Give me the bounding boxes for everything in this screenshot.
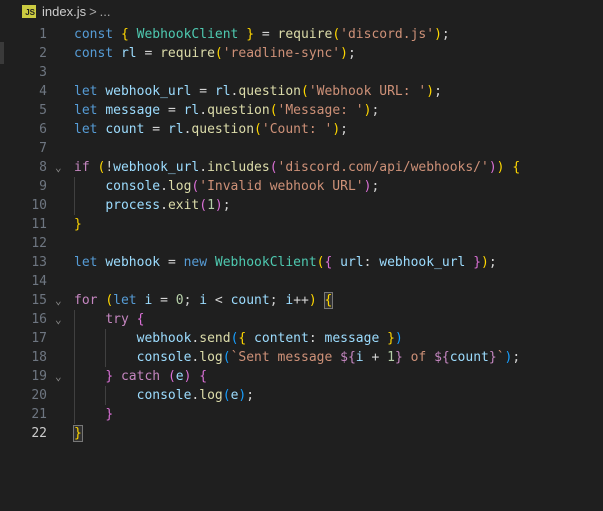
- code-line[interactable]: 19 ⌄ } catch (e) {: [0, 367, 603, 386]
- indent-guide: [74, 177, 75, 215]
- code-text[interactable]: let message = rl.question('Message: ');: [74, 101, 379, 120]
- code-line[interactable]: 22}: [0, 424, 603, 443]
- line-number: 8: [39, 160, 47, 175]
- code-line[interactable]: 3: [0, 63, 603, 82]
- code-line[interactable]: 14: [0, 272, 603, 291]
- code-area[interactable]: 1 const { WebhookClient } = require('disc…: [0, 25, 603, 443]
- line-number: 18: [31, 350, 47, 365]
- code-text[interactable]: for (let i = 0; i < count; i++) {: [74, 291, 334, 310]
- code-text[interactable]: }: [74, 405, 113, 424]
- fold-chevron-icon[interactable]: ⌄: [55, 367, 62, 386]
- code-line[interactable]: 15 ⌄ for (let i = 0; i < count; i++) {: [0, 291, 603, 310]
- line-number: 19: [31, 369, 47, 384]
- indent-guide: [105, 386, 107, 405]
- code-text[interactable]: try {: [74, 310, 144, 329]
- line-number: 16: [31, 312, 47, 327]
- code-text[interactable]: } catch (e) {: [74, 367, 207, 386]
- code-line[interactable]: 2 const rl = require('readline-sync');: [0, 44, 603, 63]
- line-number: 10: [31, 198, 47, 213]
- code-line[interactable]: 11}: [0, 215, 603, 234]
- line-number: 21: [31, 407, 47, 422]
- line-number: 1: [39, 27, 47, 42]
- fold-chevron-icon[interactable]: ⌄: [55, 158, 62, 177]
- code-text[interactable]: }: [74, 215, 82, 234]
- code-line[interactable]: 7: [0, 139, 603, 158]
- code-line[interactable]: 18 console.log(`Sent message ${i + 1} of…: [0, 348, 603, 367]
- line-number: 12: [31, 236, 47, 251]
- code-text[interactable]: process.exit(1);: [74, 196, 230, 215]
- code-text[interactable]: webhook.send({ content: message }): [74, 329, 403, 348]
- code-line[interactable]: 13 let webhook = new WebhookClient({ url:…: [0, 253, 603, 272]
- line-number: 14: [31, 274, 47, 289]
- code-text[interactable]: }: [73, 424, 83, 443]
- breadcrumb-file[interactable]: index.js: [42, 4, 86, 19]
- line-number: 13: [31, 255, 47, 270]
- code-text[interactable]: let webhook = new WebhookClient({ url: w…: [74, 253, 497, 272]
- line-number: 17: [31, 331, 47, 346]
- code-line[interactable]: 12: [0, 234, 603, 253]
- code-text[interactable]: console.log(`Sent message ${i + 1} of ${…: [74, 348, 521, 367]
- chevron-right-icon: >: [89, 3, 97, 19]
- line-number: 11: [31, 217, 47, 232]
- line-number: 15: [31, 293, 47, 308]
- line-number: 6: [39, 122, 47, 137]
- line-number: 5: [39, 103, 47, 118]
- breadcrumb: JS index.js > ...: [0, 0, 603, 22]
- line-number: 2: [39, 46, 47, 61]
- line-number: 3: [39, 65, 47, 80]
- code-text[interactable]: console.log(e);: [74, 386, 254, 405]
- code-text[interactable]: if (!webhook_url.includes('discord.com/a…: [74, 158, 520, 177]
- code-line[interactable]: 17 webhook.send({ content: message }): [0, 329, 603, 348]
- code-line[interactable]: 5 let message = rl.question('Message: ');: [0, 101, 603, 120]
- line-number: 20: [31, 388, 47, 403]
- javascript-file-icon: JS: [22, 4, 36, 18]
- line-number: 7: [39, 141, 47, 156]
- code-text[interactable]: const rl = require('readline-sync');: [74, 44, 356, 63]
- code-line[interactable]: 4 let webhook_url = rl.question('Webhook …: [0, 82, 603, 101]
- fold-chevron-icon[interactable]: ⌄: [55, 291, 62, 310]
- code-line[interactable]: 20 console.log(e);: [0, 386, 603, 405]
- code-text[interactable]: const { WebhookClient } = require('disco…: [74, 25, 450, 44]
- code-editor[interactable]: JS index.js > ... 1 const { WebhookClient…: [0, 0, 603, 511]
- indent-guide: [74, 310, 75, 424]
- code-text[interactable]: let webhook_url = rl.question('Webhook U…: [74, 82, 442, 101]
- fold-chevron-icon[interactable]: ⌄: [55, 310, 62, 329]
- code-line[interactable]: 21 }: [0, 405, 603, 424]
- code-line[interactable]: 6 let count = rl.question('Count: ');: [0, 120, 603, 139]
- indent-guide: [105, 329, 107, 367]
- code-line[interactable]: 8 ⌄ if (!webhook_url.includes('discord.com…: [0, 158, 603, 177]
- code-line[interactable]: 10 process.exit(1);: [0, 196, 603, 215]
- code-text[interactable]: console.log('Invalid webhook URL');: [74, 177, 379, 196]
- code-line[interactable]: 9 console.log('Invalid webhook URL');: [0, 177, 603, 196]
- line-number: 22: [31, 426, 47, 441]
- line-number: 4: [39, 84, 47, 99]
- breadcrumb-symbols[interactable]: ...: [100, 4, 111, 19]
- code-text[interactable]: let count = rl.question('Count: ');: [74, 120, 348, 139]
- code-line[interactable]: 16 ⌄ try {: [0, 310, 603, 329]
- line-number: 9: [39, 179, 47, 194]
- code-line[interactable]: 1 const { WebhookClient } = require('disc…: [0, 25, 603, 44]
